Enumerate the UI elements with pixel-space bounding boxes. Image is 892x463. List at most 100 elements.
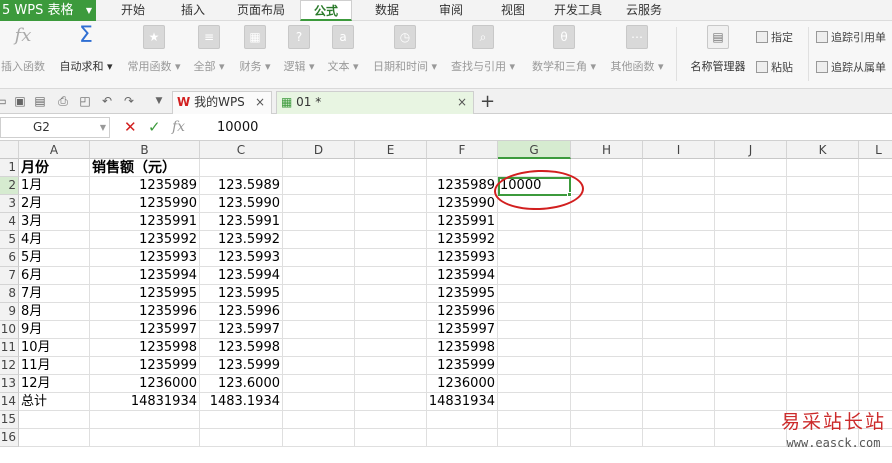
row-header[interactable]: 16 <box>0 429 19 447</box>
undo-icon[interactable]: ↶ <box>100 94 114 108</box>
cell-d12[interactable] <box>283 357 355 375</box>
cell-f15[interactable] <box>427 411 498 429</box>
cell-k1[interactable] <box>787 159 859 177</box>
cell-l3[interactable] <box>859 195 892 213</box>
fx-icon[interactable]: fx <box>172 118 185 136</box>
cell-f12[interactable]: 1235999 <box>427 357 498 375</box>
cell-g3[interactable] <box>498 195 571 213</box>
cell-h9[interactable] <box>571 303 643 321</box>
cell-l13[interactable] <box>859 375 892 393</box>
cell-h10[interactable] <box>571 321 643 339</box>
cell-l6[interactable] <box>859 249 892 267</box>
cell-l1[interactable] <box>859 159 892 177</box>
cell-h15[interactable] <box>571 411 643 429</box>
cell-b3[interactable]: 1235990 <box>90 195 200 213</box>
cell-d1[interactable] <box>283 159 355 177</box>
cell-h11[interactable] <box>571 339 643 357</box>
chevron-down-icon[interactable]: ▼ <box>100 118 106 137</box>
cell-g11[interactable] <box>498 339 571 357</box>
cell-f7[interactable]: 1235994 <box>427 267 498 285</box>
cell-f11[interactable]: 1235998 <box>427 339 498 357</box>
column-header-a[interactable]: A <box>19 141 90 159</box>
cell-k8[interactable] <box>787 285 859 303</box>
cell-d13[interactable] <box>283 375 355 393</box>
row-header[interactable]: 15 <box>0 411 19 429</box>
cell-l10[interactable] <box>859 321 892 339</box>
cell-a15[interactable] <box>19 411 90 429</box>
cell-e3[interactable] <box>355 195 427 213</box>
cell-h14[interactable] <box>571 393 643 411</box>
cell-i13[interactable] <box>643 375 715 393</box>
cell-l2[interactable] <box>859 177 892 195</box>
cell-d16[interactable] <box>283 429 355 447</box>
lookup-button[interactable]: ⌕ 查找与引用 ▾ <box>446 25 520 74</box>
save-icon[interactable]: ▣ <box>13 94 27 108</box>
cell-h8[interactable] <box>571 285 643 303</box>
common-functions-button[interactable]: ★ 常用函数 ▾ <box>124 25 184 74</box>
cell-d7[interactable] <box>283 267 355 285</box>
cell-i3[interactable] <box>643 195 715 213</box>
cell-c7[interactable]: 123.5994 <box>200 267 283 285</box>
cell-d5[interactable] <box>283 231 355 249</box>
cell-c16[interactable] <box>200 429 283 447</box>
cell-g12[interactable] <box>498 357 571 375</box>
tab-cloud[interactable]: 云服务 <box>618 0 670 21</box>
cell-h12[interactable] <box>571 357 643 375</box>
cell-g10[interactable] <box>498 321 571 339</box>
tab-document-01[interactable]: ▦ 01 * × <box>276 91 474 114</box>
tab-formulas[interactable]: 公式 <box>300 0 352 21</box>
cell-e4[interactable] <box>355 213 427 231</box>
cell-e14[interactable] <box>355 393 427 411</box>
cell-g14[interactable] <box>498 393 571 411</box>
cell-c14[interactable]: 1483.1934 <box>200 393 283 411</box>
cell-l12[interactable] <box>859 357 892 375</box>
cell-d9[interactable] <box>283 303 355 321</box>
close-icon[interactable]: × <box>255 92 265 113</box>
cell-a7[interactable]: 6月 <box>19 267 90 285</box>
cell-b7[interactable]: 1235994 <box>90 267 200 285</box>
cell-g15[interactable] <box>498 411 571 429</box>
cell-c10[interactable]: 123.5997 <box>200 321 283 339</box>
cell-j4[interactable] <box>715 213 787 231</box>
cell-b5[interactable]: 1235992 <box>90 231 200 249</box>
cell-h1[interactable] <box>571 159 643 177</box>
cell-d14[interactable] <box>283 393 355 411</box>
cell-b15[interactable] <box>90 411 200 429</box>
cell-d3[interactable] <box>283 195 355 213</box>
cell-c11[interactable]: 123.5998 <box>200 339 283 357</box>
tab-page-layout[interactable]: 页面布局 <box>230 0 292 21</box>
cell-k13[interactable] <box>787 375 859 393</box>
datetime-button[interactable]: ◷ 日期和时间 ▾ <box>368 25 442 74</box>
cell-g7[interactable] <box>498 267 571 285</box>
cell-k5[interactable] <box>787 231 859 249</box>
cell-a12[interactable]: 11月 <box>19 357 90 375</box>
cell-h13[interactable] <box>571 375 643 393</box>
cell-e2[interactable] <box>355 177 427 195</box>
row-header[interactable]: 4 <box>0 213 19 231</box>
cell-i16[interactable] <box>643 429 715 447</box>
cell-a1[interactable]: 月份 <box>19 159 90 177</box>
cell-f16[interactable] <box>427 429 498 447</box>
row-header[interactable]: 10 <box>0 321 19 339</box>
cell-j13[interactable] <box>715 375 787 393</box>
cell-c9[interactable]: 123.5996 <box>200 303 283 321</box>
name-box[interactable]: G2 ▼ <box>0 117 110 138</box>
cell-g4[interactable] <box>498 213 571 231</box>
cell-b8[interactable]: 1235995 <box>90 285 200 303</box>
cell-f9[interactable]: 1235996 <box>427 303 498 321</box>
cell-c12[interactable]: 123.5999 <box>200 357 283 375</box>
all-functions-button[interactable]: ≡ 全部 ▾ <box>190 25 228 74</box>
cell-b12[interactable]: 1235999 <box>90 357 200 375</box>
row-header[interactable]: 13 <box>0 375 19 393</box>
cell-i12[interactable] <box>643 357 715 375</box>
cell-g13[interactable] <box>498 375 571 393</box>
column-header-e[interactable]: E <box>355 141 427 159</box>
cell-a14[interactable]: 总计 <box>19 393 90 411</box>
row-header[interactable]: 14 <box>0 393 19 411</box>
cell-i1[interactable] <box>643 159 715 177</box>
column-header-j[interactable]: J <box>715 141 787 159</box>
cell-c6[interactable]: 123.5993 <box>200 249 283 267</box>
tab-view[interactable]: 视图 <box>490 0 536 21</box>
cell-j5[interactable] <box>715 231 787 249</box>
row-header[interactable]: 9 <box>0 303 19 321</box>
